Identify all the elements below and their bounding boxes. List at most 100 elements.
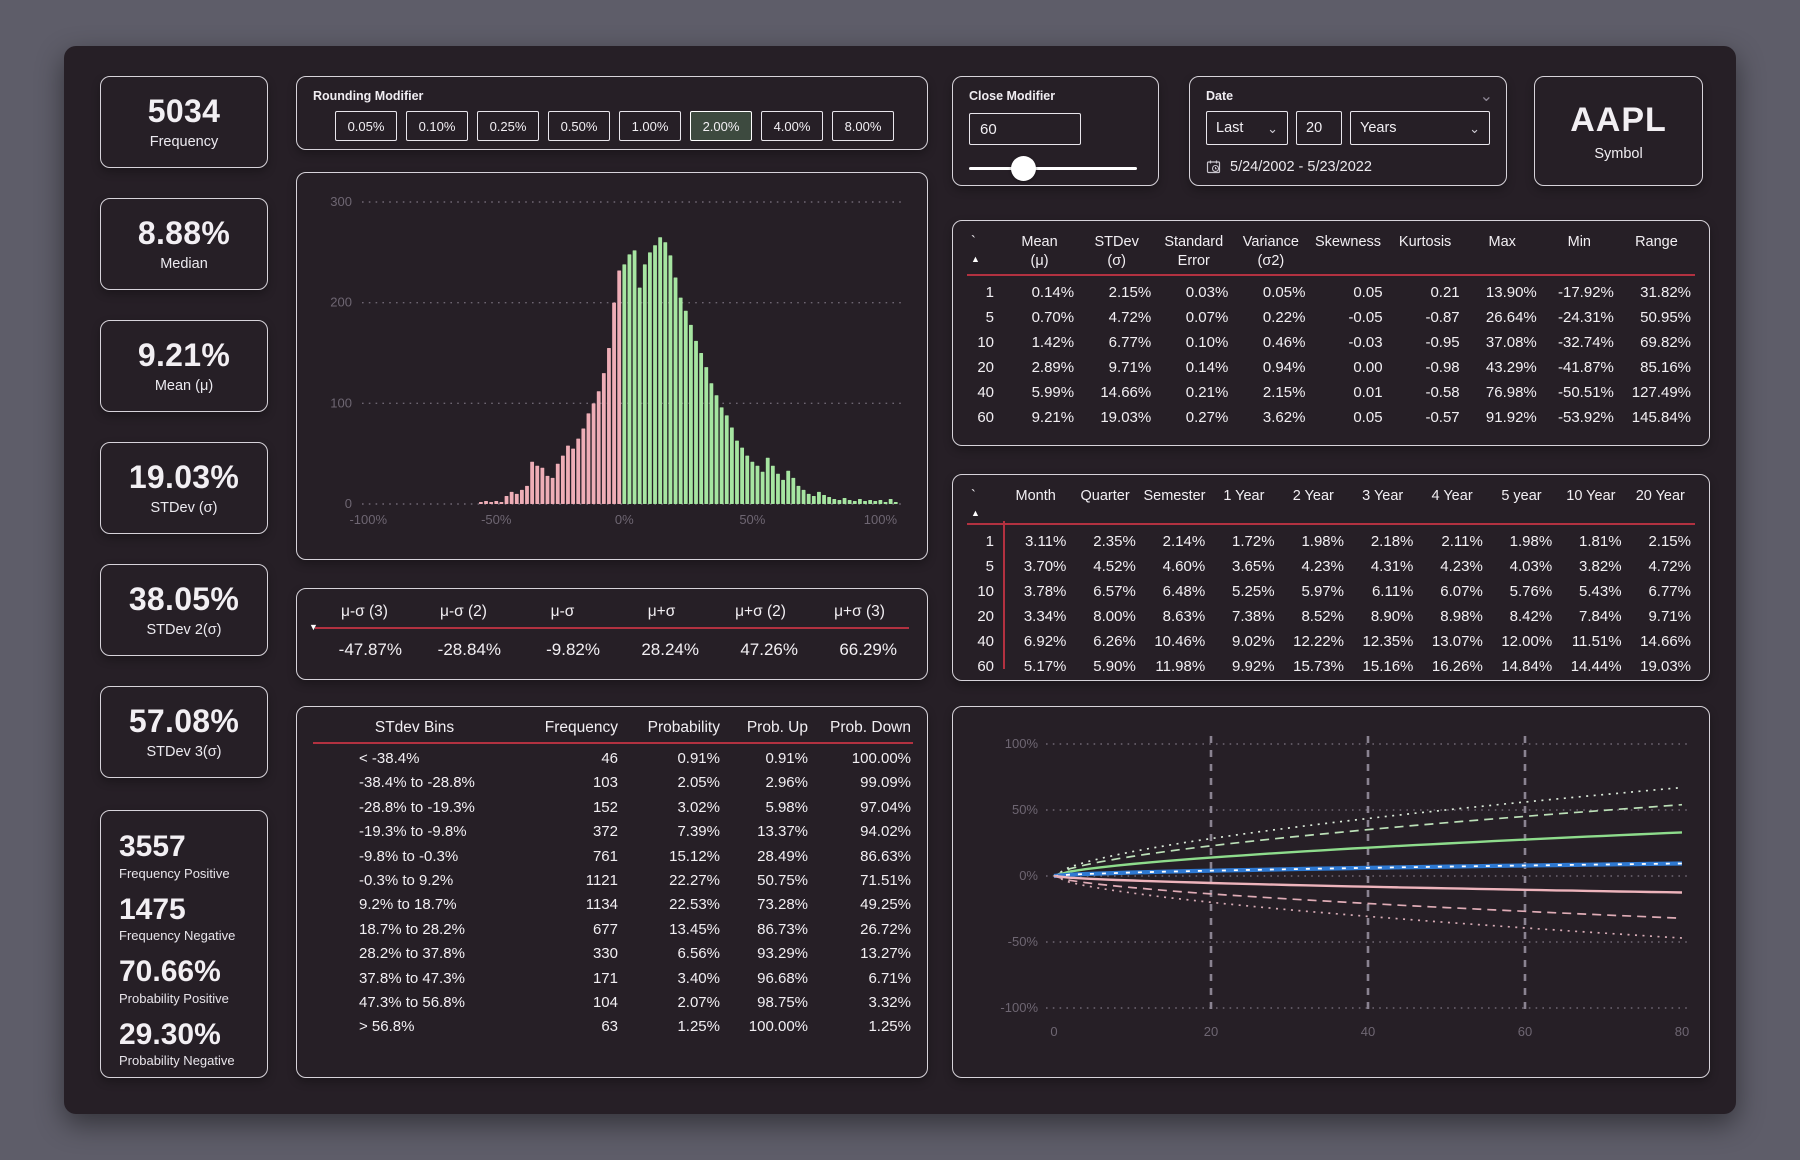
table-cell: 761: [518, 845, 620, 869]
column-header[interactable]: 20 Year: [1626, 487, 1695, 506]
column-header[interactable]: μ-σ (3): [315, 603, 414, 621]
column-header[interactable]: μ+σ: [612, 603, 711, 621]
column-header[interactable]: 3 Year: [1348, 487, 1417, 506]
row-number-cell: 20: [967, 355, 1001, 380]
column-header[interactable]: Probability: [620, 719, 722, 737]
column-header[interactable]: μ-σ (2): [414, 603, 513, 621]
table-cell: -50.51%: [1541, 380, 1618, 405]
date-count-input[interactable]: [1296, 111, 1342, 145]
row-axis-line: [1003, 521, 1005, 669]
negative-returns-bars: [479, 270, 621, 504]
row-number-cell: 1: [967, 529, 1001, 554]
kpi-label: STDev 3(σ): [146, 744, 221, 760]
row-number-cell: 60: [967, 654, 1001, 679]
kpi-card: 57.08%STDev 3(σ): [100, 686, 268, 778]
table-cell: 15.16%: [1348, 654, 1417, 679]
sort-column-header[interactable]: `▲: [967, 487, 1001, 520]
rounding-option-button[interactable]: 2.00%: [690, 111, 752, 141]
rounding-option-button[interactable]: 0.50%: [548, 111, 610, 141]
table-cell: 71.51%: [810, 869, 913, 893]
summary-value: 3557: [119, 831, 249, 863]
table-cell: -32.74%: [1541, 330, 1618, 355]
column-header[interactable]: STdev Bins: [313, 719, 518, 737]
column-header[interactable]: 5 year: [1487, 487, 1556, 506]
column-header[interactable]: STDev (σ): [1078, 233, 1155, 271]
chevron-down-icon[interactable]: ⌄: [1480, 86, 1493, 106]
column-header[interactable]: μ+σ (2): [711, 603, 810, 621]
kpi-value: 9.21%: [138, 339, 230, 371]
column-header[interactable]: μ+σ (3): [810, 603, 909, 621]
table-cell: 1.25%: [620, 1015, 722, 1039]
column-header[interactable]: Semester: [1140, 487, 1209, 506]
sort-column-header[interactable]: `▲: [967, 233, 1001, 266]
rounding-option-button[interactable]: 0.10%: [406, 111, 468, 141]
date-mode-value: Last: [1216, 120, 1243, 136]
kpi-label: Mean (μ): [155, 378, 213, 394]
column-header[interactable]: Skewness: [1309, 233, 1386, 252]
table-cell: 127.49%: [1618, 380, 1695, 405]
table-cell: 9.02%: [1209, 629, 1278, 654]
moments-stats-table: `▲Mean (μ)STDev (σ)Standard ErrorVarianc…: [953, 221, 1709, 430]
table-cell: 94.02%: [810, 820, 913, 844]
column-header[interactable]: Frequency: [518, 719, 620, 737]
table-cell: 2.89%: [1001, 355, 1078, 380]
column-header[interactable]: Mean (μ): [1001, 233, 1078, 271]
table-cell: 8.63%: [1140, 604, 1209, 629]
table-cell: 2.05%: [620, 771, 722, 795]
rounding-option-button[interactable]: 0.05%: [335, 111, 397, 141]
chevron-down-icon: ⌄: [1267, 122, 1278, 135]
column-header[interactable]: Range: [1618, 233, 1695, 252]
table-cell: 5.76%: [1487, 579, 1556, 604]
column-header[interactable]: Max: [1464, 233, 1541, 252]
rounding-option-button[interactable]: 8.00%: [832, 111, 894, 141]
table-cell: 15.73%: [1279, 654, 1348, 679]
column-header[interactable]: Prob. Down: [810, 719, 913, 737]
table-cell: 97.04%: [810, 796, 913, 820]
column-header[interactable]: Kurtosis: [1387, 233, 1464, 252]
bin-range-cell: 37.8% to 47.3%: [313, 967, 518, 991]
table-cell: 46: [518, 747, 620, 771]
column-header[interactable]: Variance (σ2): [1232, 233, 1309, 271]
column-header[interactable]: Standard Error: [1155, 233, 1232, 271]
bin-range-cell: 18.7% to 28.2%: [313, 918, 518, 942]
table-cell: 677: [518, 918, 620, 942]
stats-grid: `▲MonthQuarterSemester1 Year2 Year3 Year…: [967, 487, 1695, 679]
column-header[interactable]: 2 Year: [1279, 487, 1348, 506]
column-header[interactable]: 1 Year: [1209, 487, 1278, 506]
rounding-option-button[interactable]: 1.00%: [619, 111, 681, 141]
table-cell: -28.84%: [414, 640, 513, 660]
date-unit-select[interactable]: Years ⌄: [1350, 111, 1490, 145]
column-header[interactable]: 10 Year: [1556, 487, 1625, 506]
table-cell: 4.52%: [1070, 554, 1139, 579]
close-modifier-title: Close Modifier: [953, 77, 1158, 103]
table-cell: 6.11%: [1348, 579, 1417, 604]
stats-grid: `▲Mean (μ)STDev (σ)Standard ErrorVarianc…: [967, 233, 1695, 430]
bin-range-cell: 47.3% to 56.8%: [313, 991, 518, 1015]
table-cell: 0.21%: [1155, 380, 1232, 405]
close-modifier-slider-track[interactable]: [969, 167, 1137, 170]
table-cell: 43.29%: [1464, 355, 1541, 380]
rounding-option-button[interactable]: 0.25%: [477, 111, 539, 141]
table-cell: 0.00: [1309, 355, 1386, 380]
table-cell: 73.28%: [722, 893, 810, 917]
table-cell: 13.27%: [810, 942, 913, 966]
date-mode-select[interactable]: Last ⌄: [1206, 111, 1288, 145]
column-header-label: `: [971, 233, 976, 252]
column-header[interactable]: μ-σ: [513, 603, 612, 621]
svg-text:50%: 50%: [739, 512, 765, 527]
table-cell: 19.03%: [1078, 405, 1155, 430]
column-header[interactable]: Month: [1001, 487, 1070, 506]
table-cell: 2.18%: [1348, 529, 1417, 554]
close-modifier-input[interactable]: [969, 113, 1081, 145]
column-header[interactable]: Prob. Up: [722, 719, 810, 737]
table-cell: 49.25%: [810, 893, 913, 917]
column-header[interactable]: Quarter: [1070, 487, 1139, 506]
column-header[interactable]: 4 Year: [1417, 487, 1486, 506]
rounding-option-button[interactable]: 4.00%: [761, 111, 823, 141]
row-number-cell: 40: [967, 629, 1001, 654]
close-modifier-slider-thumb[interactable]: [1011, 156, 1036, 181]
table-cell: 4.72%: [1626, 554, 1695, 579]
bin-range-cell: -19.3% to -9.8%: [313, 820, 518, 844]
column-header[interactable]: Min: [1541, 233, 1618, 252]
table-cell: 9.71%: [1626, 604, 1695, 629]
